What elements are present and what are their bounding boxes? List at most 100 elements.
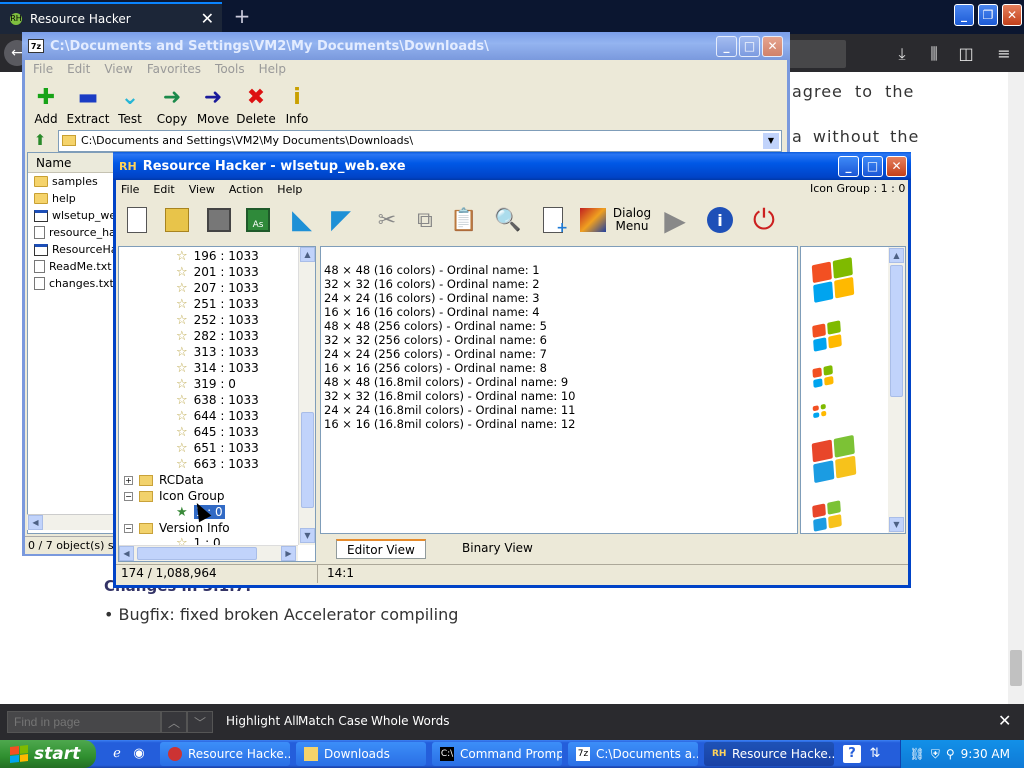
close-icon[interactable]: ✕ bbox=[998, 711, 1011, 730]
tree-item[interactable]: ☆ 1 : 0 bbox=[176, 536, 221, 545]
tab-editor-view[interactable]: Editor View bbox=[336, 539, 426, 559]
scroll-right-icon[interactable]: ▶ bbox=[281, 546, 296, 561]
tree-item[interactable]: ☆ 196 : 1033 bbox=[176, 248, 259, 264]
explorer-titlebar[interactable]: 7z C:\Documents and Settings\VM2\My Docu… bbox=[22, 32, 790, 60]
download-icon[interactable]: ⤓ bbox=[890, 42, 914, 66]
taskbar-button-downloads[interactable]: Downloads bbox=[296, 742, 426, 766]
menu-view[interactable]: View bbox=[104, 62, 132, 76]
tab-close-icon[interactable]: ✕ bbox=[201, 9, 214, 28]
move-button[interactable]: ➜ Move bbox=[189, 84, 237, 126]
tab-binary-view[interactable]: Binary View bbox=[452, 539, 543, 559]
search-icon[interactable]: ⚲ bbox=[946, 747, 955, 761]
menu-tools[interactable]: Tools bbox=[215, 62, 245, 76]
list-item[interactable]: ResourceHac bbox=[28, 241, 114, 258]
menu-icon[interactable]: ≡ bbox=[992, 42, 1016, 66]
browser-tab[interactable]: RH Resource Hacker ✕ bbox=[0, 2, 222, 34]
tree-item[interactable]: ☆ 201 : 1033 bbox=[176, 264, 259, 280]
expand-icon[interactable]: + bbox=[124, 475, 133, 485]
tree-vertical-scrollbar[interactable]: ▲ ▼ bbox=[298, 247, 315, 545]
match-case-checkbox[interactable]: Match Case bbox=[298, 714, 368, 728]
url-bar[interactable] bbox=[788, 40, 846, 68]
forward-arrow-icon[interactable]: ◤ bbox=[324, 203, 358, 237]
list-item[interactable]: changes.txt bbox=[28, 275, 114, 292]
chevron-down-icon[interactable]: ▼ bbox=[763, 133, 779, 149]
power-icon[interactable]: ⏻ bbox=[747, 203, 781, 237]
column-header-name[interactable]: Name bbox=[28, 153, 114, 173]
taskbar-button-command-prompt[interactable]: C:\ Command Prompt bbox=[432, 742, 562, 766]
list-item[interactable]: samples bbox=[28, 173, 114, 190]
tree-node-icon-group[interactable]: − Icon Group bbox=[124, 488, 224, 504]
add-resource-icon[interactable]: + bbox=[536, 203, 570, 237]
play-icon[interactable]: ▶ bbox=[658, 203, 692, 237]
find-next-button[interactable]: ﹀ bbox=[187, 711, 213, 733]
menu-help[interactable]: Help bbox=[277, 183, 302, 196]
test-button[interactable]: ⌄ Test bbox=[106, 84, 154, 126]
tree-horizontal-scrollbar[interactable]: ◀ ▶ bbox=[119, 545, 298, 561]
tree-node-version-info[interactable]: − Version Info bbox=[124, 520, 230, 536]
menu-edit[interactable]: Edit bbox=[67, 62, 90, 76]
tree-item[interactable]: ☆ 638 : 1033 bbox=[176, 392, 259, 408]
close-button[interactable]: ✕ bbox=[762, 36, 783, 57]
highlight-all-checkbox[interactable]: Highlight All bbox=[226, 714, 299, 728]
scrollbar-thumb[interactable] bbox=[301, 412, 314, 508]
menu-view[interactable]: View bbox=[189, 183, 215, 196]
preview-vertical-scrollbar[interactable]: ▲ ▼ bbox=[888, 247, 905, 533]
tree-item[interactable]: ☆ 251 : 1033 bbox=[176, 296, 259, 312]
info-icon[interactable]: i bbox=[703, 203, 737, 237]
page-scrollbar[interactable] bbox=[1008, 72, 1024, 704]
minimize-button[interactable]: _ bbox=[954, 4, 974, 26]
tree-item[interactable]: ☆ 313 : 1033 bbox=[176, 344, 259, 360]
list-item[interactable]: resource_hac bbox=[28, 224, 114, 241]
maximize-button[interactable]: □ bbox=[862, 156, 883, 177]
scroll-left-icon[interactable]: ◀ bbox=[28, 515, 43, 530]
tree-item[interactable]: ☆ 663 : 1033 bbox=[176, 456, 259, 472]
clock[interactable]: 9:30 AM bbox=[961, 747, 1010, 761]
scroll-left-icon[interactable]: ◀ bbox=[119, 546, 134, 561]
scroll-down-icon[interactable]: ▼ bbox=[300, 528, 315, 543]
menu-favorites[interactable]: Favorites bbox=[147, 62, 201, 76]
scrollbar-thumb[interactable] bbox=[137, 547, 257, 560]
collapse-icon[interactable]: − bbox=[124, 523, 133, 533]
security-icon[interactable]: ⛨ bbox=[931, 747, 940, 762]
dialog-menu-button[interactable]: Dialog Menu bbox=[612, 203, 652, 237]
copy-icon[interactable]: ⧉ bbox=[408, 203, 442, 237]
tree-item[interactable]: ☆ 314 : 1033 bbox=[176, 360, 259, 376]
whole-words-checkbox[interactable]: Whole Words bbox=[371, 714, 449, 728]
taskbar-button-7zip[interactable]: 7z C:\Documents a... bbox=[568, 742, 698, 766]
cut-icon[interactable]: ✂ bbox=[370, 203, 404, 237]
open-file-icon[interactable] bbox=[160, 203, 194, 237]
tree-item[interactable]: ☆ 282 : 1033 bbox=[176, 328, 259, 344]
tree-item[interactable]: ☆ 252 : 1033 bbox=[176, 312, 259, 328]
find-input[interactable] bbox=[7, 711, 161, 733]
tree-item[interactable]: ☆ 319 : 0 bbox=[176, 376, 236, 392]
horizontal-scrollbar[interactable]: ◀ bbox=[27, 514, 115, 530]
save-icon[interactable] bbox=[202, 203, 236, 237]
close-button[interactable]: ✕ bbox=[1002, 4, 1022, 26]
library-icon[interactable]: ⫼ bbox=[922, 42, 946, 66]
list-item[interactable]: ReadMe.txt bbox=[28, 258, 114, 275]
back-arrow-icon[interactable]: ◣ bbox=[285, 203, 319, 237]
minimize-button[interactable]: _ bbox=[838, 156, 859, 177]
menu-file[interactable]: File bbox=[33, 62, 53, 76]
start-button[interactable]: start bbox=[0, 740, 96, 768]
scroll-down-icon[interactable]: ▼ bbox=[889, 517, 904, 532]
address-bar[interactable]: C:\Documents and Settings\VM2\My Documen… bbox=[58, 130, 782, 152]
scrollbar-thumb[interactable] bbox=[890, 265, 903, 397]
scroll-up-icon[interactable]: ▲ bbox=[300, 247, 315, 262]
reshacker-titlebar[interactable]: RH Resource Hacker - wlsetup_web.exe _ □… bbox=[113, 152, 911, 180]
new-tab-button[interactable]: + bbox=[230, 4, 254, 28]
tree-item[interactable]: ☆ 207 : 1033 bbox=[176, 280, 259, 296]
list-item[interactable]: help bbox=[28, 190, 114, 207]
menu-action[interactable]: Action bbox=[229, 183, 263, 196]
extract-button[interactable]: ▬ Extract bbox=[64, 84, 112, 126]
tree-item[interactable]: ☆ 645 : 1033 bbox=[176, 424, 259, 440]
paste-icon[interactable]: 📋 bbox=[447, 203, 481, 237]
add-button[interactable]: ✚ Add bbox=[22, 84, 70, 126]
menu-file[interactable]: File bbox=[121, 183, 139, 196]
new-file-icon[interactable] bbox=[120, 203, 154, 237]
ie-icon[interactable]: ℯ bbox=[108, 745, 126, 763]
info-button[interactable]: i Info bbox=[273, 84, 321, 126]
page-scrollbar-thumb[interactable] bbox=[1010, 650, 1022, 686]
list-item[interactable]: wlsetup_web bbox=[28, 207, 114, 224]
taskbar-button-resource-hacker[interactable]: RH Resource Hacke... bbox=[704, 742, 834, 766]
